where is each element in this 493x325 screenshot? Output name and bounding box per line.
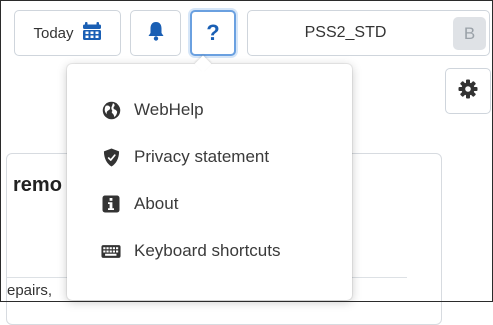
shield-icon bbox=[101, 147, 121, 167]
help-button[interactable]: ? bbox=[190, 10, 236, 56]
gear-icon bbox=[458, 79, 478, 104]
notifications-button[interactable] bbox=[130, 10, 181, 56]
calendar-icon bbox=[82, 21, 102, 46]
bell-icon bbox=[147, 21, 165, 46]
menu-item-label: Keyboard shortcuts bbox=[134, 241, 281, 260]
user-menu-button[interactable]: PSS2_STD B bbox=[247, 10, 490, 56]
avatar: B bbox=[453, 17, 486, 50]
user-name: PSS2_STD bbox=[304, 24, 387, 41]
menu-item-privacy-statement[interactable]: Privacy statement bbox=[67, 135, 352, 179]
globe-icon bbox=[101, 100, 121, 120]
today-label: Today bbox=[33, 24, 74, 42]
help-icon: ? bbox=[206, 20, 220, 45]
menu-item-label: About bbox=[134, 194, 179, 213]
panel-text: epairs, bbox=[7, 282, 53, 299]
panel-title: remo bbox=[13, 174, 62, 196]
menu-item-label: Privacy statement bbox=[134, 147, 270, 166]
today-button[interactable]: Today bbox=[14, 10, 121, 56]
menu-item-about[interactable]: About bbox=[67, 182, 352, 226]
keyboard-icon bbox=[101, 241, 121, 261]
settings-button[interactable] bbox=[445, 68, 491, 114]
menu-item-keyboard-shortcuts[interactable]: Keyboard shortcuts bbox=[67, 229, 352, 273]
info-icon bbox=[101, 194, 121, 214]
menu-item-label: WebHelp bbox=[134, 100, 204, 119]
help-dropdown-menu: WebHelp Privacy statement About Keyboard… bbox=[67, 64, 352, 300]
menu-item-webhelp[interactable]: WebHelp bbox=[67, 88, 352, 132]
